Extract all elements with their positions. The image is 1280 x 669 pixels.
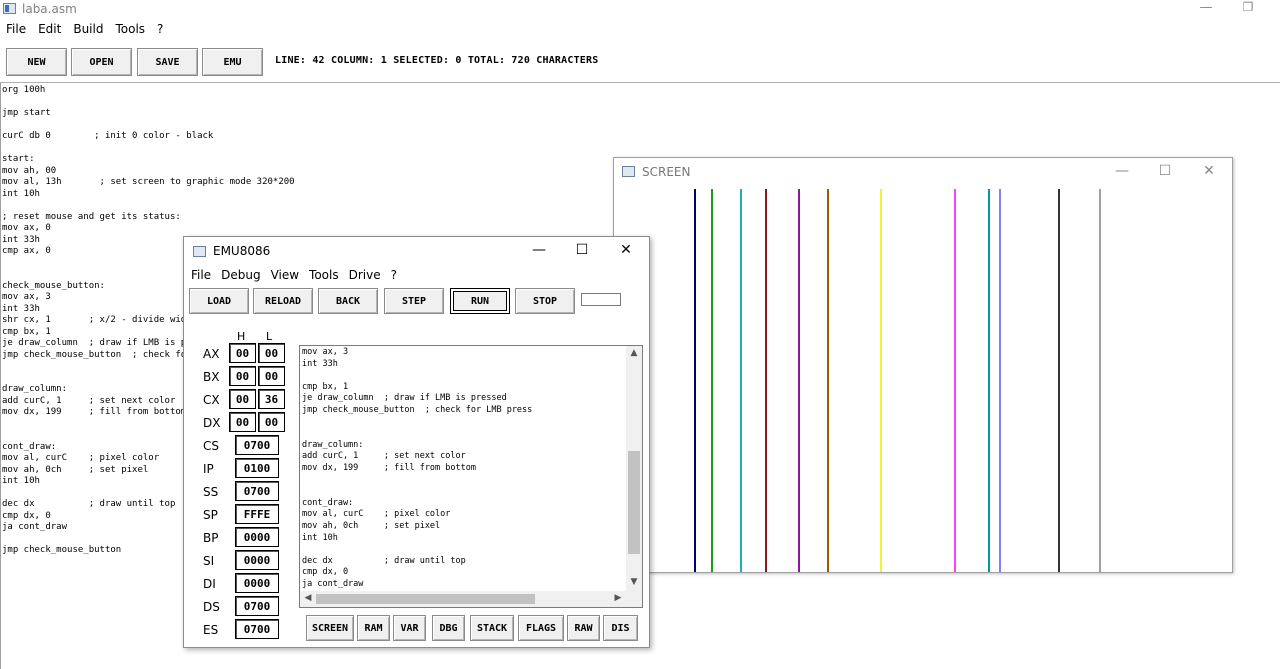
scroll-thumb[interactable] <box>316 594 535 604</box>
register-dl[interactable]: 00 <box>258 412 285 432</box>
scroll-right-icon[interactable]: ▶ <box>610 593 626 603</box>
source-listing: mov ax, 3 int 33h cmp bx, 1 je draw_colu… <box>302 347 533 589</box>
register-label: SS <box>203 485 219 499</box>
register-si[interactable]: 0000 <box>235 550 279 570</box>
emu-title: EMU8086 <box>213 244 271 258</box>
register-cs[interactable]: 0700 <box>235 435 279 455</box>
register-label: DI <box>203 577 216 591</box>
minimize-icon[interactable]: — <box>1198 0 1214 17</box>
editor-border <box>0 83 1 669</box>
run-button[interactable]: RUN <box>450 288 510 314</box>
reload-button[interactable]: RELOAD <box>253 288 313 314</box>
close-icon[interactable]: ✕ <box>616 242 636 260</box>
toolbar-divider <box>0 82 1280 83</box>
minimize-icon[interactable]: — <box>529 242 549 260</box>
app-icon <box>3 3 16 14</box>
screen-canvas[interactable] <box>614 186 1232 572</box>
register-ds[interactable]: 0700 <box>235 596 279 616</box>
window-title: laba.asm <box>22 2 77 16</box>
emu-bottom-toolbar: SCREEN RAM VAR DBG STACK FLAGS RAW DIS <box>184 615 649 643</box>
scroll-thumb[interactable] <box>628 451 640 554</box>
menu-help[interactable]: ? <box>386 268 402 282</box>
register-label: SP <box>203 508 218 522</box>
register-ip[interactable]: 0100 <box>235 458 279 478</box>
scroll-up-icon[interactable]: ▲ <box>626 348 642 358</box>
screen-window: SCREEN — ☐ ✕ <box>613 157 1233 573</box>
menu-help[interactable]: ? <box>151 20 169 40</box>
menu-edit[interactable]: Edit <box>32 20 67 40</box>
scroll-down-icon[interactable]: ▼ <box>626 577 642 587</box>
register-dh[interactable]: 00 <box>229 412 256 432</box>
flags-button[interactable]: FLAGS <box>518 615 564 641</box>
menu-debug[interactable]: Debug <box>216 268 265 282</box>
var-button[interactable]: VAR <box>393 615 426 641</box>
register-label: CX <box>203 393 220 407</box>
register-sp[interactable]: FFFE <box>235 504 279 524</box>
screen-titlebar: SCREEN — ☐ ✕ <box>614 158 1232 186</box>
maximize-icon[interactable]: ☐ <box>1155 163 1175 181</box>
dbg-button[interactable]: DBG <box>432 615 465 641</box>
open-button[interactable]: OPEN <box>71 48 132 76</box>
register-cl[interactable]: 36 <box>258 389 285 409</box>
menu-build[interactable]: Build <box>67 20 109 40</box>
vertical-scrollbar[interactable]: ▲ ▼ <box>626 346 642 591</box>
main-toolbar: NEW OPEN SAVE EMU LINE: 42 COLUMN: 1 SEL… <box>0 44 1280 82</box>
register-ch[interactable]: 00 <box>229 389 256 409</box>
load-button[interactable]: LOAD <box>189 288 249 314</box>
editor-status: LINE: 42 COLUMN: 1 SELECTED: 0 TOTAL: 72… <box>275 55 599 66</box>
horizontal-scrollbar[interactable]: ◀ ▶ <box>300 591 628 607</box>
app-icon <box>193 246 206 257</box>
menu-drive[interactable]: Drive <box>344 268 386 282</box>
register-al[interactable]: 00 <box>258 343 285 363</box>
register-label: SI <box>203 554 215 568</box>
stack-button[interactable]: STACK <box>470 615 514 641</box>
register-bh[interactable]: 00 <box>229 366 256 386</box>
register-bp[interactable]: 0000 <box>235 527 279 547</box>
register-label: DX <box>203 416 221 430</box>
register-label: CS <box>203 439 219 453</box>
stop-button[interactable]: STOP <box>515 288 575 314</box>
screen-title: SCREEN <box>642 165 691 179</box>
main-menubar: File Edit Build Tools ? <box>0 20 1280 40</box>
main-titlebar: laba.asm — ❐ <box>0 0 1280 19</box>
low-byte-header: L <box>266 330 273 343</box>
screen-button[interactable]: SCREEN <box>306 615 354 641</box>
emu-toolbar: LOAD RELOAD BACK STEP RUN STOP <box>184 288 649 316</box>
restore-icon[interactable]: ❐ <box>1240 0 1256 17</box>
app-icon <box>622 166 635 177</box>
register-label: IP <box>203 462 214 476</box>
ram-button[interactable]: RAM <box>357 615 390 641</box>
menu-tools[interactable]: Tools <box>109 20 151 40</box>
back-button[interactable]: BACK <box>318 288 378 314</box>
register-bl[interactable]: 00 <box>258 366 285 386</box>
register-label: AX <box>203 347 220 361</box>
save-button[interactable]: SAVE <box>137 48 198 76</box>
menu-view[interactable]: View <box>266 268 304 282</box>
menu-file[interactable]: File <box>0 20 32 40</box>
high-byte-header: H <box>237 330 246 343</box>
emu-menubar: File Debug View Tools Drive ? <box>186 268 402 282</box>
register-ah[interactable]: 00 <box>229 343 256 363</box>
register-label: BP <box>203 531 219 545</box>
speed-indicator <box>581 293 621 306</box>
raw-button[interactable]: RAW <box>567 615 600 641</box>
disassembly-view[interactable]: mov ax, 3 int 33h cmp bx, 1 je draw_colu… <box>299 345 643 608</box>
emu-button[interactable]: EMU <box>202 48 263 76</box>
maximize-icon[interactable]: ☐ <box>572 242 592 260</box>
emu8086-window: EMU8086 — ☐ ✕ File Debug View Tools Driv… <box>183 236 650 648</box>
dis-button[interactable]: DIS <box>603 615 638 641</box>
menu-file[interactable]: File <box>186 268 216 282</box>
register-ss[interactable]: 0700 <box>235 481 279 501</box>
emu-titlebar: EMU8086 — ☐ ✕ <box>184 237 649 265</box>
scroll-left-icon[interactable]: ◀ <box>300 593 316 603</box>
new-button[interactable]: NEW <box>6 48 67 76</box>
register-label: DS <box>203 600 220 614</box>
menu-tools[interactable]: Tools <box>304 268 344 282</box>
register-label: BX <box>203 370 220 384</box>
minimize-icon[interactable]: — <box>1112 163 1132 181</box>
close-icon[interactable]: ✕ <box>1199 163 1219 181</box>
register-di[interactable]: 0000 <box>235 573 279 593</box>
step-button[interactable]: STEP <box>384 288 444 314</box>
scroll-corner <box>626 591 642 607</box>
